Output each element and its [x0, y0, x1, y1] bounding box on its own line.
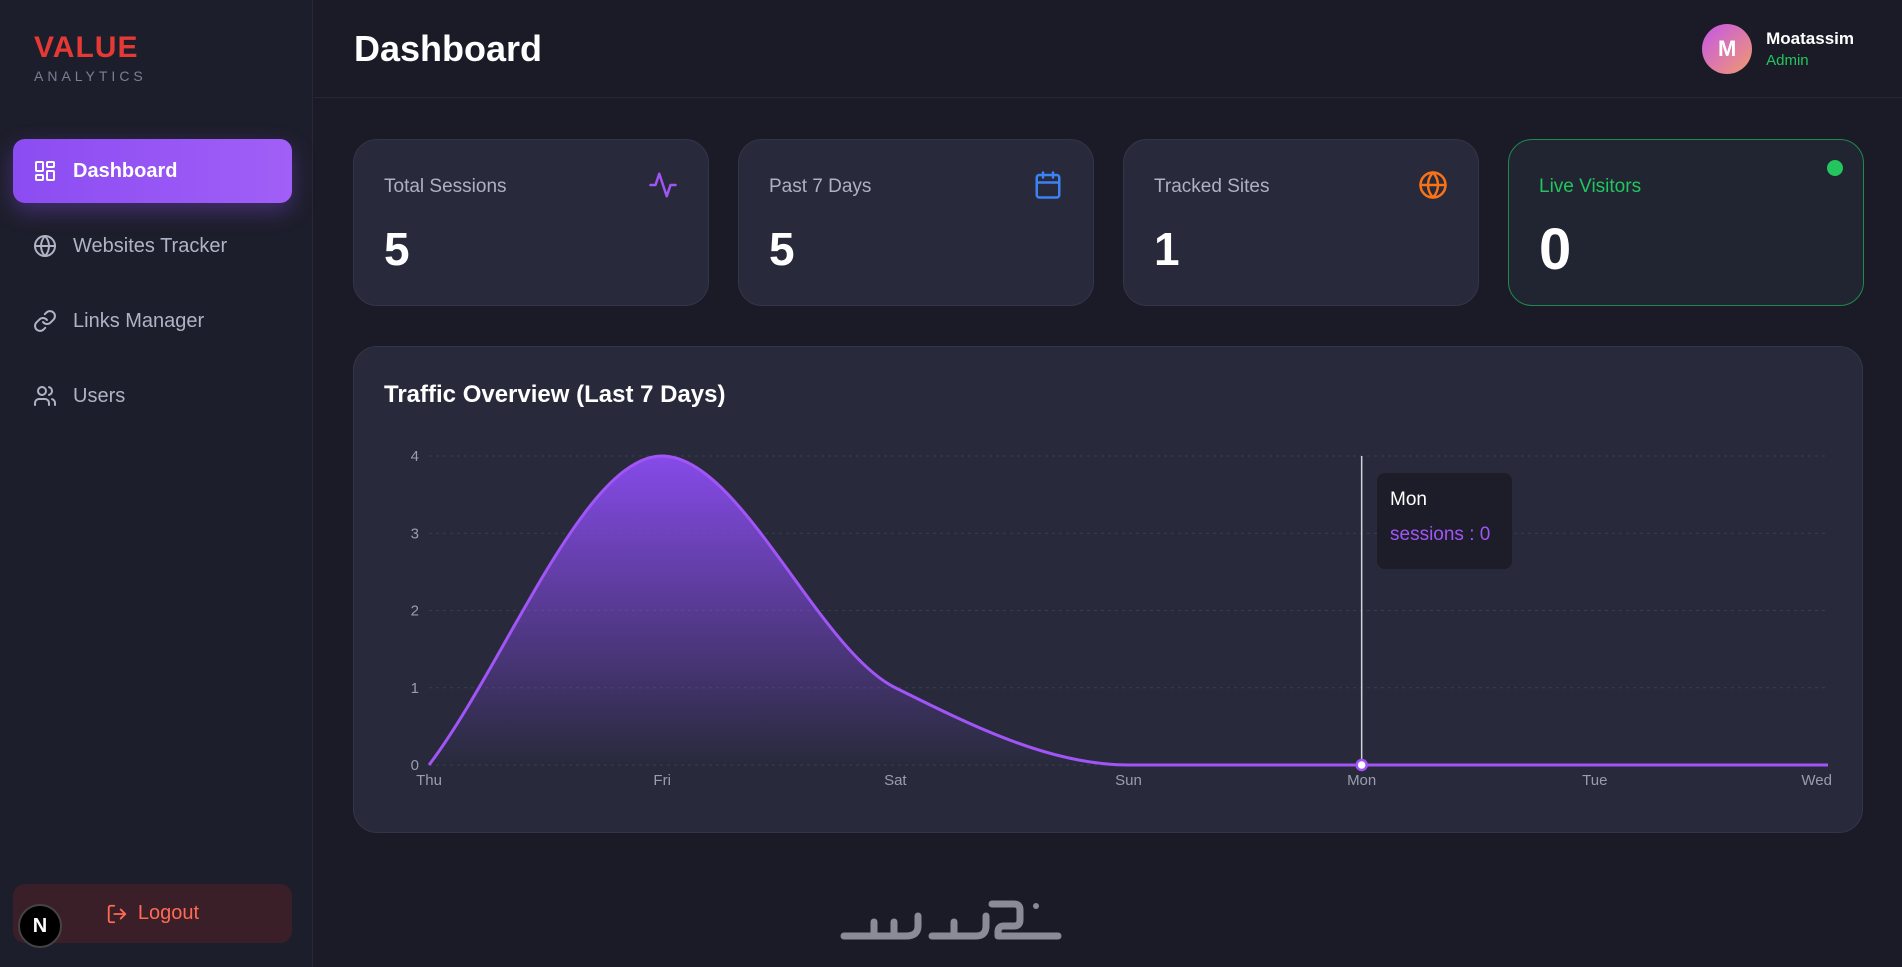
sidebar-item-label: Websites Tracker: [73, 234, 228, 257]
y-tick-label: 1: [411, 680, 419, 697]
x-tick-label: Mon: [1347, 772, 1376, 789]
sidebar-item-label: Dashboard: [73, 159, 178, 182]
brand-subtitle: ANALYTICS: [34, 68, 147, 84]
sidebar-item-dashboard[interactable]: Dashboard: [13, 139, 292, 203]
logout-label: Logout: [137, 902, 200, 924]
stat-value: 5: [384, 223, 410, 275]
x-tick-label: Tue: [1582, 772, 1607, 789]
globe-icon: [1419, 171, 1447, 199]
stat-card-past-7-days: Past 7 Days 5: [738, 139, 1094, 306]
dev-tools-badge[interactable]: N: [18, 904, 62, 948]
tooltip-title: Mon: [1390, 489, 1427, 510]
stat-value: 0: [1539, 217, 1572, 282]
sessions-area-fill: [429, 456, 1828, 765]
avatar: M: [1702, 24, 1753, 74]
user-info: Moatassim Admin: [1766, 29, 1854, 69]
x-tick-label: Thu: [416, 772, 442, 789]
top-header: Dashboard M Moatassim Admin: [314, 0, 1902, 98]
logout-icon: [107, 904, 127, 923]
stat-label: Tracked Sites: [1154, 176, 1270, 197]
user-role: Admin: [1766, 52, 1809, 69]
y-tick-label: 3: [411, 525, 419, 542]
stat-card-total-sessions: Total Sessions 5: [353, 139, 709, 306]
hover-point[interactable]: [1355, 758, 1368, 772]
sidebar-item-label: Users: [73, 384, 126, 407]
x-tick-label: Sat: [884, 772, 907, 789]
sidebar: VALUE ANALYTICS Dashboard Websites Track…: [0, 0, 313, 967]
y-tick-label: 2: [411, 603, 419, 620]
link-icon: [34, 310, 56, 332]
page-title: Dashboard: [354, 28, 543, 69]
watermark-logo: [840, 900, 1062, 940]
calendar-icon: [1035, 171, 1061, 199]
sidebar-item-users[interactable]: Users: [13, 364, 292, 428]
x-tick-label: Fri: [653, 772, 671, 789]
y-tick-label: 4: [411, 448, 419, 465]
user-name: Moatassim: [1766, 29, 1854, 48]
stat-label: Live Visitors: [1539, 176, 1642, 197]
activity-pulse-icon: [649, 172, 677, 198]
stat-card-live-visitors: Live Visitors 0: [1508, 139, 1864, 306]
brand-logo[interactable]: VALUE ANALYTICS: [34, 31, 147, 85]
globe-icon: [34, 235, 56, 257]
sidebar-item-links-manager[interactable]: Links Manager: [13, 289, 292, 353]
brand-name: VALUE: [34, 31, 139, 64]
stat-value: 1: [1154, 223, 1180, 275]
chart-plot[interactable]: 01234Thu Fri Sat Sun Mon Tue Wed: [354, 347, 1864, 834]
stat-label: Past 7 Days: [769, 176, 872, 197]
users-icon: [34, 386, 56, 406]
sidebar-item-label: Links Manager: [73, 309, 205, 332]
stat-value: 5: [769, 223, 795, 275]
stat-card-tracked-sites: Tracked Sites 1: [1123, 139, 1479, 306]
tooltip-value: sessions : 0: [1390, 524, 1491, 545]
x-tick-label: Wed: [1801, 772, 1832, 789]
live-status-dot: [1827, 160, 1843, 176]
dashboard-grid-icon: [35, 161, 55, 181]
sidebar-nav: Dashboard Websites Tracker Links Manager: [13, 139, 292, 439]
chart-tooltip: Mon sessions : 0: [1377, 473, 1512, 569]
sidebar-item-websites-tracker[interactable]: Websites Tracker: [13, 214, 292, 278]
user-profile[interactable]: M Moatassim Admin: [1702, 24, 1854, 74]
stat-label: Total Sessions: [384, 176, 507, 197]
traffic-overview-chart: Traffic Overview (Last 7 Days) 0 1 2 3 4 Thu F…: [353, 346, 1863, 833]
x-tick-label: Sun: [1115, 772, 1142, 789]
